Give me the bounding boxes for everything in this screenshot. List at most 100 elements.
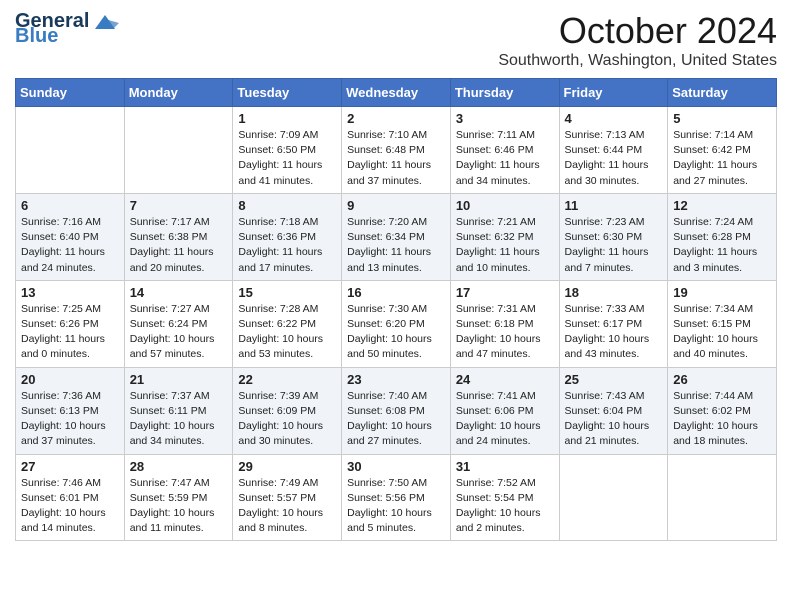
day-info-18: Sunrise: 7:33 AM Sunset: 6:17 PM Dayligh… — [565, 302, 663, 363]
week-row-3: 20 Sunrise: 7:36 AM Sunset: 6:13 PM Dayli… — [16, 367, 777, 454]
day-cell-26: 26Sunrise: 7:44 AM Sunset: 6:02 PM Dayli… — [668, 367, 777, 454]
day-info-13: Sunrise: 7:25 AM Sunset: 6:26 PM Dayligh… — [21, 302, 119, 363]
day-cell-1: 1 Sunrise: 7:09 AM Sunset: 6:50 PM Daylig… — [233, 107, 342, 194]
day-number-6: 6 — [21, 198, 119, 213]
day-number-11: 11 — [565, 198, 663, 213]
day-cell-27: 27 Sunrise: 7:46 AM Sunset: 6:01 PM Dayli… — [16, 454, 125, 541]
calendar-body: 1 Sunrise: 7:09 AM Sunset: 6:50 PM Daylig… — [16, 107, 777, 541]
logo-icon — [91, 11, 119, 33]
day-info-21: Sunrise: 7:37 AM Sunset: 6:11 PM Dayligh… — [130, 389, 228, 450]
logo: General Blue — [15, 10, 119, 48]
day-info-30: Sunrise: 7:50 AM Sunset: 5:56 PM Dayligh… — [347, 476, 445, 537]
day-cell-17: 17 Sunrise: 7:31 AM Sunset: 6:18 PM Dayli… — [450, 280, 559, 367]
day-cell-23: 23 Sunrise: 7:40 AM Sunset: 6:08 PM Dayli… — [342, 367, 451, 454]
day-number-29: 29 — [238, 459, 336, 474]
weekday-header-sunday: Sunday — [16, 79, 125, 107]
weekday-header-saturday: Saturday — [668, 79, 777, 107]
day-cell-3: 3Sunrise: 7:11 AM Sunset: 6:46 PM Daylig… — [450, 107, 559, 194]
day-number-27: 27 — [21, 459, 119, 474]
day-number-20: 20 — [21, 372, 119, 387]
day-info-19: Sunrise: 7:34 AM Sunset: 6:15 PM Dayligh… — [673, 302, 771, 363]
day-cell-22: 22 Sunrise: 7:39 AM Sunset: 6:09 PM Dayli… — [233, 367, 342, 454]
day-number-21: 21 — [130, 372, 228, 387]
day-cell-8: 8 Sunrise: 7:18 AM Sunset: 6:36 PM Daylig… — [233, 193, 342, 280]
day-number-31: 31 — [456, 459, 554, 474]
day-number-4: 4 — [565, 111, 663, 126]
day-info-8: Sunrise: 7:18 AM Sunset: 6:36 PM Dayligh… — [238, 215, 336, 276]
day-number-10: 10 — [456, 198, 554, 213]
day-cell-25: 25Sunrise: 7:43 AM Sunset: 6:04 PM Dayli… — [559, 367, 668, 454]
day-number-12: 12 — [673, 198, 771, 213]
day-cell-24: 24 Sunrise: 7:41 AM Sunset: 6:06 PM Dayli… — [450, 367, 559, 454]
day-number-3: 3 — [456, 111, 554, 126]
day-number-28: 28 — [130, 459, 228, 474]
day-number-25: 25 — [565, 372, 663, 387]
day-cell-9: 9 Sunrise: 7:20 AM Sunset: 6:34 PM Daylig… — [342, 193, 451, 280]
day-number-22: 22 — [238, 372, 336, 387]
empty-cell — [668, 454, 777, 541]
day-info-12: Sunrise: 7:24 AM Sunset: 6:28 PM Dayligh… — [673, 215, 771, 276]
day-number-1: 1 — [238, 111, 336, 126]
day-cell-18: 18 Sunrise: 7:33 AM Sunset: 6:17 PM Dayli… — [559, 280, 668, 367]
day-info-11: Sunrise: 7:23 AM Sunset: 6:30 PM Dayligh… — [565, 215, 663, 276]
day-info-16: Sunrise: 7:30 AM Sunset: 6:20 PM Dayligh… — [347, 302, 445, 363]
day-cell-5: 5 Sunrise: 7:14 AM Sunset: 6:42 PM Daylig… — [668, 107, 777, 194]
week-row-1: 6 Sunrise: 7:16 AM Sunset: 6:40 PM Daylig… — [16, 193, 777, 280]
weekday-header-tuesday: Tuesday — [233, 79, 342, 107]
day-number-15: 15 — [238, 285, 336, 300]
empty-cell — [559, 454, 668, 541]
day-cell-29: 29Sunrise: 7:49 AM Sunset: 5:57 PM Dayli… — [233, 454, 342, 541]
calendar-table: SundayMondayTuesdayWednesdayThursdayFrid… — [15, 78, 777, 541]
location-title: Southworth, Washington, United States — [498, 52, 777, 70]
weekday-header-thursday: Thursday — [450, 79, 559, 107]
day-cell-20: 20 Sunrise: 7:36 AM Sunset: 6:13 PM Dayli… — [16, 367, 125, 454]
day-number-5: 5 — [673, 111, 771, 126]
day-number-30: 30 — [347, 459, 445, 474]
day-info-7: Sunrise: 7:17 AM Sunset: 6:38 PM Dayligh… — [130, 215, 228, 276]
day-info-1: Sunrise: 7:09 AM Sunset: 6:50 PM Dayligh… — [238, 128, 336, 189]
week-row-4: 27 Sunrise: 7:46 AM Sunset: 6:01 PM Dayli… — [16, 454, 777, 541]
empty-cell — [16, 107, 125, 194]
day-info-22: Sunrise: 7:39 AM Sunset: 6:09 PM Dayligh… — [238, 389, 336, 450]
day-number-24: 24 — [456, 372, 554, 387]
day-info-5: Sunrise: 7:14 AM Sunset: 6:42 PM Dayligh… — [673, 128, 771, 189]
day-cell-21: 21 Sunrise: 7:37 AM Sunset: 6:11 PM Dayli… — [124, 367, 233, 454]
weekday-header-monday: Monday — [124, 79, 233, 107]
day-cell-2: 2 Sunrise: 7:10 AM Sunset: 6:48 PM Daylig… — [342, 107, 451, 194]
day-number-26: 26 — [673, 372, 771, 387]
day-info-6: Sunrise: 7:16 AM Sunset: 6:40 PM Dayligh… — [21, 215, 119, 276]
weekday-header-wednesday: Wednesday — [342, 79, 451, 107]
day-number-14: 14 — [130, 285, 228, 300]
week-row-2: 13Sunrise: 7:25 AM Sunset: 6:26 PM Dayli… — [16, 280, 777, 367]
day-number-9: 9 — [347, 198, 445, 213]
day-info-23: Sunrise: 7:40 AM Sunset: 6:08 PM Dayligh… — [347, 389, 445, 450]
day-number-16: 16 — [347, 285, 445, 300]
day-info-17: Sunrise: 7:31 AM Sunset: 6:18 PM Dayligh… — [456, 302, 554, 363]
day-number-8: 8 — [238, 198, 336, 213]
day-cell-31: 31 Sunrise: 7:52 AM Sunset: 5:54 PM Dayli… — [450, 454, 559, 541]
day-number-2: 2 — [347, 111, 445, 126]
day-cell-19: 19 Sunrise: 7:34 AM Sunset: 6:15 PM Dayli… — [668, 280, 777, 367]
day-number-18: 18 — [565, 285, 663, 300]
day-cell-11: 11 Sunrise: 7:23 AM Sunset: 6:30 PM Dayli… — [559, 193, 668, 280]
day-info-27: Sunrise: 7:46 AM Sunset: 6:01 PM Dayligh… — [21, 476, 119, 537]
day-cell-10: 10Sunrise: 7:21 AM Sunset: 6:32 PM Dayli… — [450, 193, 559, 280]
day-info-15: Sunrise: 7:28 AM Sunset: 6:22 PM Dayligh… — [238, 302, 336, 363]
day-number-19: 19 — [673, 285, 771, 300]
day-info-9: Sunrise: 7:20 AM Sunset: 6:34 PM Dayligh… — [347, 215, 445, 276]
day-cell-15: 15 Sunrise: 7:28 AM Sunset: 6:22 PM Dayli… — [233, 280, 342, 367]
day-info-14: Sunrise: 7:27 AM Sunset: 6:24 PM Dayligh… — [130, 302, 228, 363]
day-info-31: Sunrise: 7:52 AM Sunset: 5:54 PM Dayligh… — [456, 476, 554, 537]
day-info-28: Sunrise: 7:47 AM Sunset: 5:59 PM Dayligh… — [130, 476, 228, 537]
logo-blue-text: Blue — [15, 25, 58, 48]
day-number-23: 23 — [347, 372, 445, 387]
day-cell-16: 16 Sunrise: 7:30 AM Sunset: 6:20 PM Dayli… — [342, 280, 451, 367]
day-number-17: 17 — [456, 285, 554, 300]
day-cell-4: 4 Sunrise: 7:13 AM Sunset: 6:44 PM Daylig… — [559, 107, 668, 194]
day-info-24: Sunrise: 7:41 AM Sunset: 6:06 PM Dayligh… — [456, 389, 554, 450]
weekday-header-friday: Friday — [559, 79, 668, 107]
day-info-20: Sunrise: 7:36 AM Sunset: 6:13 PM Dayligh… — [21, 389, 119, 450]
day-info-4: Sunrise: 7:13 AM Sunset: 6:44 PM Dayligh… — [565, 128, 663, 189]
page-header: General Blue October 2024 Southworth, Wa… — [15, 10, 777, 70]
day-info-2: Sunrise: 7:10 AM Sunset: 6:48 PM Dayligh… — [347, 128, 445, 189]
